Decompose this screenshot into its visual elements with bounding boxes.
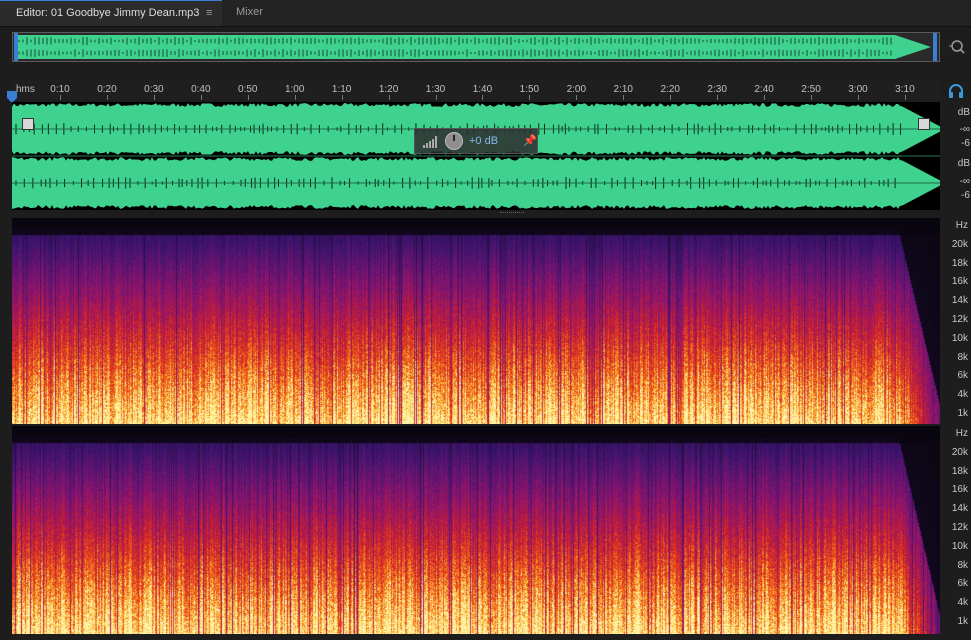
overview-waveform	[14, 33, 937, 61]
ruler-tick-label: 0:30	[144, 84, 164, 95]
tab-mixer[interactable]: Mixer	[228, 0, 271, 26]
headphones-icon[interactable]	[948, 83, 964, 99]
ruler-tick	[811, 95, 813, 100]
ruler-tick-label: 2:50	[801, 84, 821, 95]
level-meter-icon	[423, 136, 437, 148]
ruler-tick-label: 1:00	[284, 84, 305, 95]
hz-scale-label: 14k	[951, 503, 968, 515]
overview-range-handle[interactable]	[14, 33, 18, 61]
db-scale-ch2-label: dB	[957, 158, 970, 169]
ruler-tick	[764, 95, 766, 100]
hz-scale-label: 1k	[957, 616, 968, 627]
hz-scale-label: 1k	[957, 408, 968, 419]
ruler-tick	[623, 95, 625, 100]
waveform-display[interactable]	[12, 102, 940, 210]
spectrogram-ch2	[12, 426, 940, 634]
ruler-tick	[294, 95, 296, 100]
volume-knob[interactable]	[445, 132, 463, 150]
hz-scale-label: Hz	[955, 220, 968, 231]
ruler-tick	[482, 95, 484, 100]
db-scale-ch2-inf: -∞	[959, 176, 970, 187]
ruler-unit-label: hms	[16, 84, 35, 95]
ruler-tick	[106, 95, 108, 100]
hz-scale-label: 16k	[951, 276, 968, 288]
ruler-tick-label: 0:10	[50, 84, 70, 95]
hz-scale-label: 16k	[951, 484, 968, 496]
hz-scale-label: 12k	[951, 522, 968, 533]
db-scale-ch1-label: dB	[957, 107, 970, 118]
panel-menu-icon[interactable]: ≡	[206, 1, 212, 26]
hz-scale-label: 20k	[951, 238, 968, 250]
volume-value[interactable]: +0 dB	[469, 135, 498, 147]
ruler-tick-label: 0:50	[238, 84, 258, 95]
ruler-tick	[717, 95, 719, 100]
view-divider[interactable]	[12, 210, 940, 218]
ruler-tick-label: 1:10	[331, 84, 352, 95]
db-scale-ch1-inf: -∞	[959, 124, 970, 135]
ruler-tick-label: 3:00	[848, 84, 868, 95]
spectral-display-ch2[interactable]	[12, 426, 940, 634]
ruler-tick	[435, 95, 437, 100]
ruler-tick	[247, 95, 249, 100]
hz-scale-label: 10k	[951, 332, 968, 344]
ruler-tick-label: 3:10	[895, 84, 915, 95]
ruler-tick-label: 0:20	[97, 84, 117, 95]
ruler-tick	[200, 95, 202, 100]
overview-navigator[interactable]	[12, 32, 940, 62]
volume-hud[interactable]: +0 dB 📌	[414, 128, 538, 154]
ruler-tick	[857, 95, 859, 100]
ruler-tick	[60, 95, 61, 100]
ruler-tick-label: 2:00	[566, 84, 587, 95]
hz-scale-label: 20k	[951, 446, 968, 458]
ruler-tick-label: 2:40	[754, 84, 774, 95]
time-ruler[interactable]: hms 0:10 0:20 0:30 0:40 0:50 1:00 1:10 1:20 1:30…	[12, 80, 940, 100]
tab-editor[interactable]: Editor: 01 Goodbye Jimmy Dean.mp3 ≡	[0, 0, 222, 26]
hz-scale-label: 6k	[957, 578, 968, 590]
ruler-tick-label: 2:10	[613, 84, 633, 95]
ruler-tick-label: 2:20	[660, 84, 680, 95]
hz-scale-label: 14k	[951, 295, 968, 307]
ruler-tick	[153, 95, 155, 100]
ruler-tick-label: 2:30	[707, 84, 727, 95]
hz-scale-label: 8k	[957, 351, 968, 363]
zoom-magnifier-icon[interactable]	[948, 38, 966, 56]
pin-icon[interactable]: 📌	[523, 134, 537, 147]
hz-scale-label: 10k	[951, 540, 968, 552]
ruler-tick	[904, 95, 906, 100]
ruler-tick	[529, 95, 531, 100]
panel-tab-bar: Editor: 01 Goodbye Jimmy Dean.mp3 ≡ Mixe…	[0, 0, 971, 27]
hz-scale-label: 4k	[957, 597, 968, 609]
tab-editor-label: Editor: 01 Goodbye Jimmy Dean.mp3	[16, 7, 200, 19]
hz-scale-label: 18k	[951, 465, 968, 477]
waveform-channels	[12, 103, 940, 209]
hz-scale-label: 6k	[957, 370, 968, 382]
db-scale-ch2-6: -6	[961, 190, 970, 201]
ruler-tick	[576, 95, 578, 100]
hz-scale-label: 4k	[957, 389, 968, 401]
db-scale-ch1-6: -6	[961, 138, 970, 149]
overview-range-handle[interactable]	[933, 33, 937, 61]
hz-scale-label: Hz	[955, 428, 968, 439]
spectral-display-ch1[interactable]	[12, 218, 940, 424]
ruler-tick-label: 1:50	[519, 84, 540, 95]
ruler-tick-label: 1:30	[425, 84, 446, 95]
ruler-tick	[341, 95, 343, 100]
spectrogram-ch1	[12, 218, 940, 424]
fade-in-handle[interactable]	[22, 118, 34, 130]
ruler-tick	[388, 95, 390, 100]
fade-out-handle[interactable]	[918, 118, 930, 130]
ruler-tick-label: 1:40	[472, 84, 493, 95]
ruler-tick	[670, 95, 672, 100]
hz-scale-label: 12k	[951, 314, 968, 325]
ruler-tick-label: 0:40	[191, 84, 211, 95]
ruler-tick-label: 1:20	[378, 84, 399, 95]
hz-scale-label: 18k	[951, 257, 968, 269]
hz-scale-label: 8k	[957, 559, 968, 571]
